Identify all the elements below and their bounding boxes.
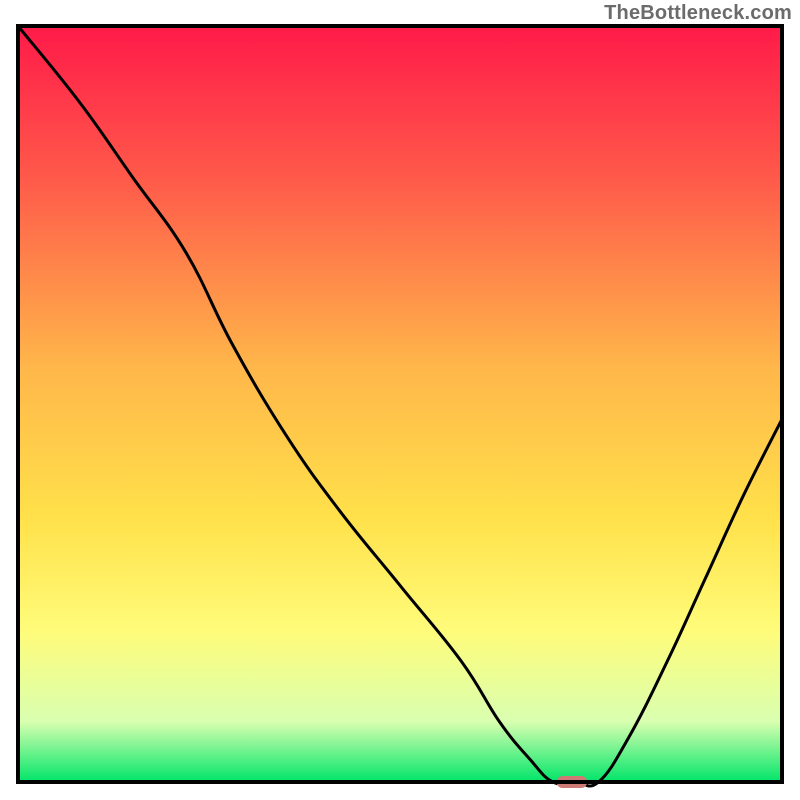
watermark-text: TheBottleneck.com (604, 2, 792, 25)
chart-svg (0, 0, 800, 800)
plot-background (18, 26, 782, 782)
chart-root: TheBottleneck.com (0, 0, 800, 800)
